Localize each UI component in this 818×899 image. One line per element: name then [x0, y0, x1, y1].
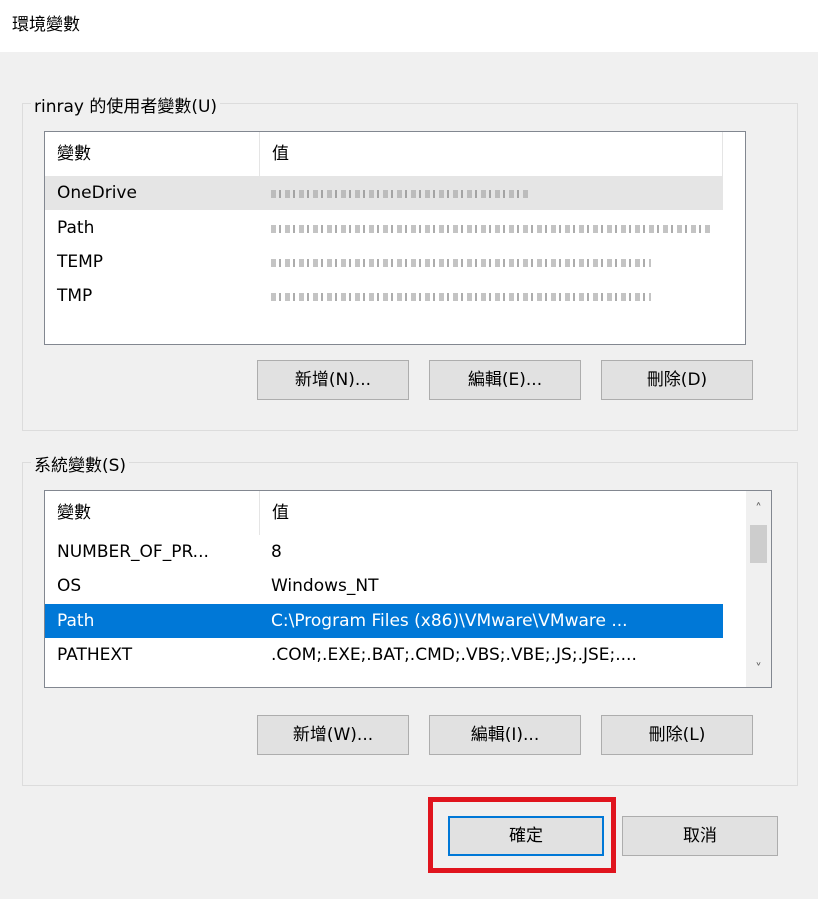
list-item[interactable]: TMP [45, 279, 723, 313]
user-edit-button[interactable]: 編輯(E)... [429, 360, 581, 400]
variable-value: Windows_NT [271, 576, 379, 596]
list-header: 變數 值 [45, 132, 723, 176]
window-title: 環境變數 [12, 15, 80, 35]
redacted-value [271, 279, 651, 313]
column-header-name[interactable]: 變數 [45, 132, 260, 176]
list-item[interactable]: TEMP [45, 245, 723, 279]
variable-name: OS [57, 576, 82, 596]
system-variables-list[interactable]: 變數 值 NUMBER_OF_PR... 8 OS Windows_NT Pat… [44, 490, 772, 688]
system-edit-button[interactable]: 編輯(I)... [429, 715, 581, 755]
user-variables-list[interactable]: 變數 值 OneDrive Path TEMP TMP [44, 131, 746, 345]
system-delete-button[interactable]: 刪除(L) [601, 715, 753, 755]
chevron-down-icon[interactable]: ˅ [746, 657, 771, 683]
user-variables-group: rinray 的使用者變數(U) 變數 值 OneDrive Path TEMP… [22, 92, 798, 431]
variable-name: NUMBER_OF_PR... [57, 542, 209, 562]
system-variables-group: 系統變數(S) 變數 值 NUMBER_OF_PR... 8 OS Window… [22, 451, 798, 786]
list-item[interactable]: OneDrive [45, 176, 723, 210]
user-delete-button[interactable]: 刪除(D) [601, 360, 753, 400]
variable-name: OneDrive [57, 183, 137, 203]
column-header-value[interactable]: 值 [260, 132, 723, 176]
variable-value: C:\Program Files (x86)\VMware\VMware ... [271, 611, 628, 631]
list-header: 變數 值 [45, 491, 723, 535]
highlight-box [428, 797, 616, 873]
system-new-button[interactable]: 新增(W)... [257, 715, 409, 755]
list-item[interactable]: PATHEXT .COM;.EXE;.BAT;.CMD;.VBS;.VBE;.J… [45, 638, 723, 672]
column-header-value[interactable]: 值 [260, 491, 723, 535]
list-item[interactable]: Path [45, 211, 723, 245]
cancel-button[interactable]: 取消 [622, 816, 778, 856]
redacted-value [271, 176, 531, 210]
list-item-selected[interactable]: Path C:\Program Files (x86)\VMware\VMwar… [45, 604, 723, 638]
variable-name: Path [57, 218, 95, 238]
variable-name: PATHEXT [57, 645, 133, 665]
list-item[interactable]: OS Windows_NT [45, 569, 723, 603]
user-new-button[interactable]: 新增(N)... [257, 360, 409, 400]
variable-name: TMP [57, 286, 93, 306]
variable-value: .COM;.EXE;.BAT;.CMD;.VBS;.VBE;.JS;.JSE;.… [271, 645, 637, 665]
list-item[interactable]: NUMBER_OF_PR... 8 [45, 535, 723, 569]
user-variables-legend: rinray 的使用者變數(U) [31, 92, 221, 117]
redacted-value [271, 245, 651, 279]
redacted-value [271, 211, 711, 245]
chevron-up-icon[interactable]: ˄ [746, 497, 771, 523]
scrollbar-thumb[interactable] [750, 525, 767, 563]
vertical-scrollbar[interactable]: ˄ ˅ [746, 491, 771, 687]
variable-value: 8 [271, 542, 282, 562]
column-header-name[interactable]: 變數 [45, 491, 260, 535]
title-bar: 環境變數 [0, 0, 818, 52]
system-variables-legend: 系統變數(S) [31, 451, 130, 476]
variable-name: TEMP [57, 252, 104, 272]
variable-name: Path [57, 611, 95, 631]
